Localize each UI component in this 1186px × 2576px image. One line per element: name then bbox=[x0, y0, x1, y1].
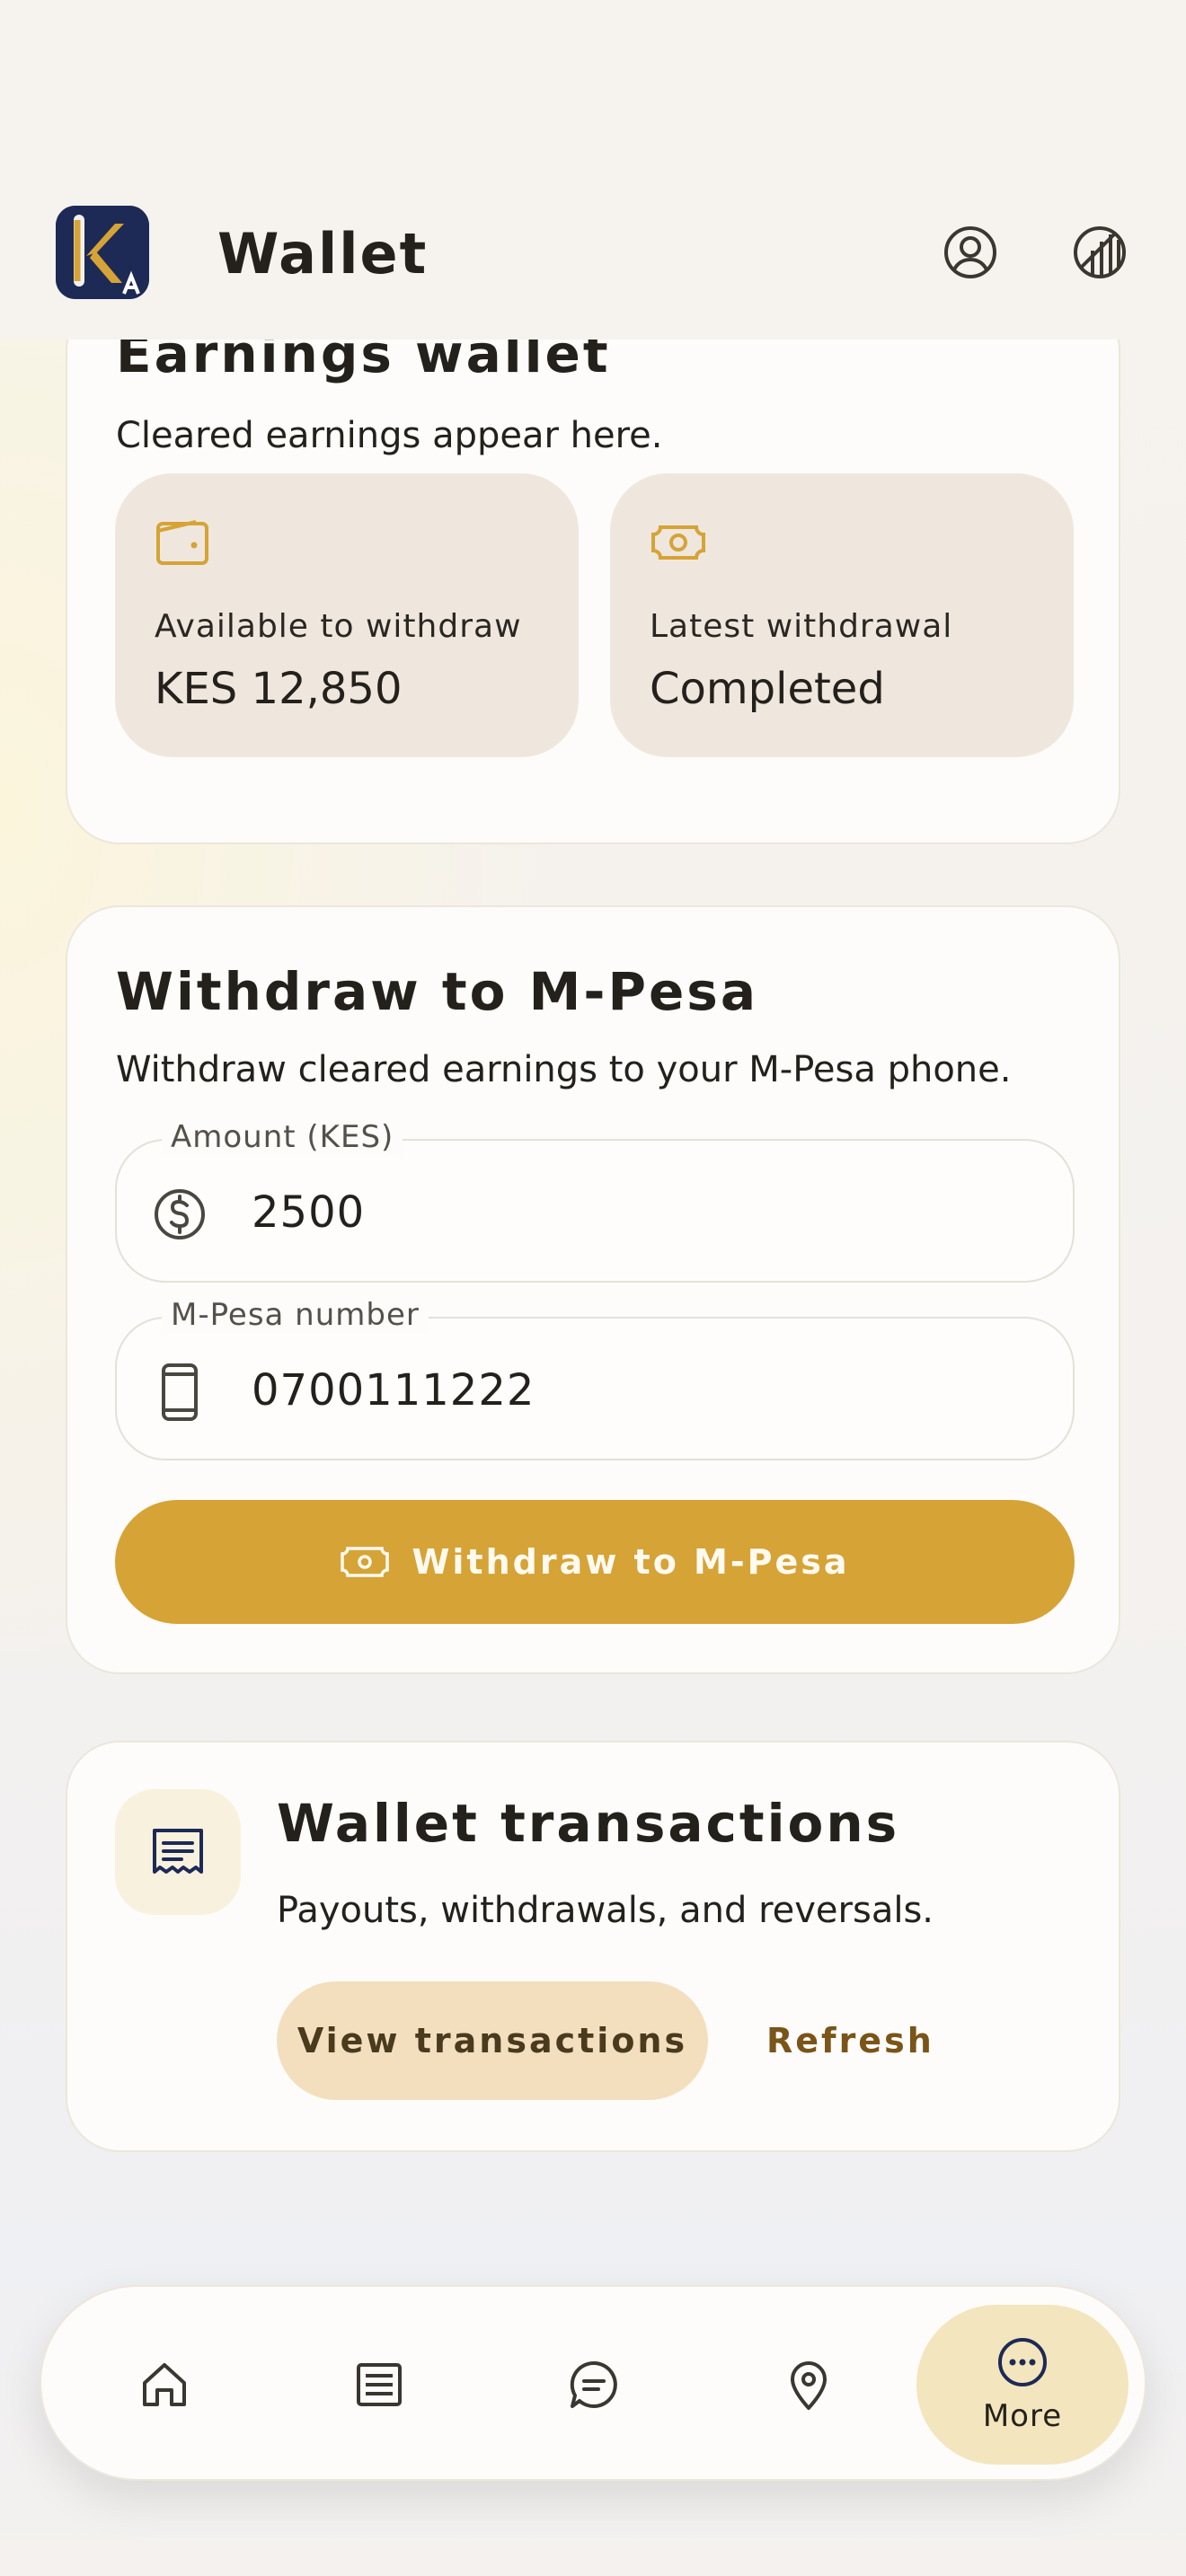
mpesa-number-input[interactable] bbox=[252, 1354, 1042, 1426]
nav-home[interactable] bbox=[84, 2287, 245, 2483]
available-label: Available to withdraw bbox=[155, 608, 522, 645]
nav-list[interactable] bbox=[298, 2287, 460, 2483]
latest-withdrawal-label: Latest withdrawal bbox=[650, 608, 953, 645]
map-pin-icon bbox=[791, 2361, 827, 2410]
more-icon bbox=[998, 2338, 1047, 2386]
phone-icon bbox=[162, 1363, 198, 1421]
latest-withdrawal-box: Latest withdrawal Completed bbox=[610, 473, 1074, 757]
nav-map[interactable] bbox=[728, 2287, 890, 2483]
banknote-icon bbox=[341, 1547, 390, 1577]
bottom-navigation: More bbox=[40, 2285, 1146, 2481]
contrast-icon bbox=[1074, 226, 1126, 278]
transactions-subtitle: Payouts, withdrawals, and reversals. bbox=[277, 1890, 934, 1931]
available-value: KES 12,850 bbox=[155, 664, 403, 714]
top-app-bar: Wallet bbox=[0, 0, 1186, 340]
available-balance-box: Available to withdraw KES 12,850 bbox=[115, 473, 579, 757]
theme-toggle-button[interactable] bbox=[1071, 224, 1128, 281]
view-transactions-button[interactable]: View transactions bbox=[277, 1981, 708, 2100]
wallet-transactions-card: Wallet transactions Payouts, withdrawals… bbox=[66, 1741, 1120, 2152]
app-logo-icon[interactable] bbox=[56, 206, 149, 299]
transactions-title: Wallet transactions bbox=[277, 1793, 900, 1854]
receipt-icon bbox=[153, 1829, 203, 1874]
refresh-button[interactable]: Refresh bbox=[766, 1981, 946, 2100]
mpesa-number-field[interactable]: M-Pesa number bbox=[115, 1297, 1075, 1460]
wallet-icon bbox=[156, 520, 208, 565]
withdraw-subtitle: Withdraw cleared earnings to your M-Pesa… bbox=[116, 1049, 1012, 1090]
profile-button[interactable] bbox=[942, 224, 999, 281]
nav-more-label: More bbox=[982, 2398, 1063, 2434]
home-icon bbox=[143, 2363, 186, 2406]
dollar-circle-icon bbox=[155, 1189, 205, 1239]
earnings-wallet-subtitle: Cleared earnings appear here. bbox=[116, 415, 663, 456]
mpesa-number-label: M-Pesa number bbox=[162, 1297, 429, 1333]
withdraw-button-label: Withdraw to M-Pesa bbox=[412, 1542, 850, 1582]
list-icon bbox=[357, 2363, 402, 2406]
earnings-wallet-card: Earnings wallet Cleared earnings appear … bbox=[66, 296, 1120, 844]
receipt-icon-wrap bbox=[115, 1789, 241, 1915]
amount-label: Amount (KES) bbox=[162, 1119, 403, 1155]
latest-withdrawal-value: Completed bbox=[650, 664, 885, 714]
banknote-icon bbox=[651, 525, 705, 560]
withdraw-card: Withdraw to M-Pesa Withdraw cleared earn… bbox=[66, 905, 1120, 1674]
amount-input[interactable] bbox=[252, 1177, 1042, 1248]
withdraw-button[interactable]: Withdraw to M-Pesa bbox=[115, 1500, 1075, 1624]
nav-more[interactable]: More bbox=[916, 2305, 1128, 2465]
page-title: Wallet bbox=[217, 221, 429, 287]
chat-icon bbox=[570, 2360, 617, 2408]
amount-field[interactable]: Amount (KES) bbox=[115, 1119, 1075, 1283]
user-circle-icon bbox=[944, 226, 996, 278]
withdraw-title: Withdraw to M-Pesa bbox=[116, 961, 758, 1022]
nav-messages[interactable] bbox=[513, 2287, 675, 2483]
